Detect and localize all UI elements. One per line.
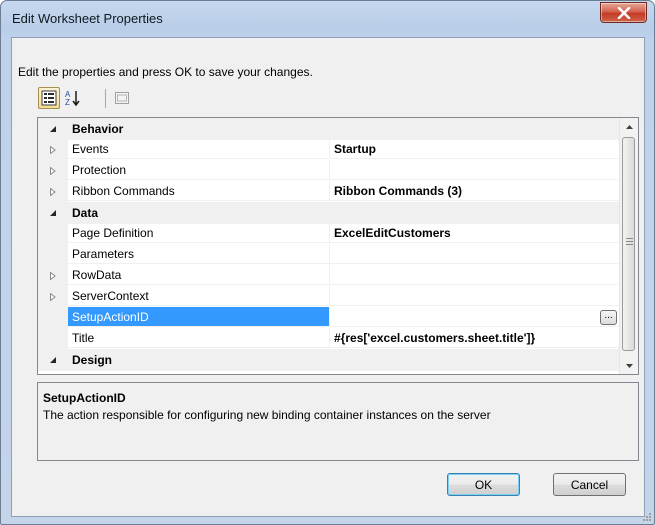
expand-icon[interactable]	[38, 160, 68, 181]
category-row[interactable]: Design	[38, 349, 620, 371]
property-value[interactable]: ExcelEditCustomers	[330, 223, 620, 243]
property-name[interactable]: Protection	[68, 160, 330, 180]
property-row[interactable]: Ribbon Commands Ribbon Commands (3)	[38, 181, 620, 202]
categorized-view-icon	[41, 90, 57, 106]
ellipsis-button[interactable]: ...	[600, 310, 617, 325]
property-name[interactable]: SetupActionID	[68, 307, 330, 327]
category-name: Data	[72, 206, 99, 220]
category-name: Design	[72, 353, 113, 367]
property-value-text: ExcelEditCustomers	[334, 226, 451, 240]
scroll-up-button[interactable]	[620, 118, 638, 135]
row-margin	[38, 223, 68, 244]
property-name[interactable]: Parameters	[68, 244, 330, 264]
property-pages-icon	[115, 92, 129, 104]
collapse-icon[interactable]	[38, 349, 68, 370]
cancel-button[interactable]: Cancel	[553, 473, 626, 496]
property-row[interactable]: Events Startup	[38, 139, 620, 160]
expand-icon[interactable]	[38, 139, 68, 160]
scroll-down-button[interactable]	[620, 357, 638, 374]
property-row[interactable]: Page Definition ExcelEditCustomers	[38, 223, 620, 244]
property-value[interactable]: Ribbon Commands (3)	[330, 181, 620, 201]
property-value[interactable]	[330, 244, 620, 264]
row-margin	[38, 244, 68, 265]
collapse-icon[interactable]	[38, 118, 68, 139]
ok-button[interactable]: OK	[447, 473, 520, 496]
instruction-text: Edit the properties and press OK to save…	[18, 65, 313, 79]
scrollbar-thumb[interactable]	[622, 137, 635, 351]
property-row[interactable]: RowData	[38, 265, 620, 286]
close-button[interactable]	[600, 2, 647, 23]
property-value[interactable]: ...	[330, 307, 620, 327]
expand-icon[interactable]	[38, 286, 68, 307]
expand-icon[interactable]	[38, 181, 68, 202]
row-margin	[38, 328, 68, 349]
collapse-icon[interactable]	[38, 202, 68, 223]
row-margin	[38, 307, 68, 328]
resize-grip-icon[interactable]	[641, 511, 651, 521]
alphabetical-sort-button[interactable]: A Z	[62, 87, 84, 109]
category-name: Behavior	[72, 122, 124, 136]
property-grid[interactable]: Behavior Events Startup Protection Ribbon Co…	[37, 117, 639, 375]
property-row[interactable]: Parameters	[38, 244, 620, 265]
close-icon	[617, 6, 630, 19]
property-name[interactable]: Events	[68, 139, 330, 159]
property-row[interactable]: ServerContext	[38, 286, 620, 307]
window-title: Edit Worksheet Properties	[12, 11, 163, 26]
svg-text:Z: Z	[65, 98, 70, 107]
description-pane: SetupActionID The action responsible for…	[37, 382, 639, 461]
vertical-scrollbar[interactable]	[619, 118, 638, 374]
title-bar[interactable]: Edit Worksheet Properties	[1, 1, 654, 35]
property-pages-button[interactable]	[111, 87, 133, 109]
scrollbar-grip	[626, 238, 633, 247]
expand-icon[interactable]	[38, 265, 68, 286]
property-value[interactable]	[330, 160, 620, 180]
category-row[interactable]: Data	[38, 202, 620, 224]
property-row[interactable]: Title #{res['excel.customers.sheet.title'…	[38, 328, 620, 349]
property-name[interactable]: RowData	[68, 265, 330, 285]
property-value-text: #{res['excel.customers.sheet.title']}	[334, 331, 536, 345]
category-row[interactable]: Behavior	[38, 118, 620, 140]
description-title: SetupActionID	[43, 391, 126, 405]
alphabetical-sort-icon: A Z	[65, 90, 80, 107]
arrow-up-icon	[625, 124, 633, 129]
categorized-view-button[interactable]	[38, 87, 60, 109]
property-value-text: Ribbon Commands (3)	[334, 184, 462, 198]
description-text: The action responsible for configuring n…	[43, 408, 491, 422]
property-value[interactable]: #{res['excel.customers.sheet.title']}	[330, 328, 620, 348]
arrow-down-icon	[625, 363, 633, 368]
property-row[interactable]: SetupActionID...	[38, 307, 620, 328]
property-name[interactable]: Title	[68, 328, 330, 348]
property-name[interactable]: ServerContext	[68, 286, 330, 306]
property-value[interactable]	[330, 286, 620, 306]
property-name[interactable]: Ribbon Commands	[68, 181, 330, 201]
property-value-text: Startup	[334, 142, 376, 156]
property-name[interactable]: Page Definition	[68, 223, 330, 243]
toolbar-separator	[105, 89, 106, 108]
property-value[interactable]	[330, 265, 620, 285]
property-row[interactable]: Protection	[38, 160, 620, 181]
property-value[interactable]: Startup	[330, 139, 620, 159]
